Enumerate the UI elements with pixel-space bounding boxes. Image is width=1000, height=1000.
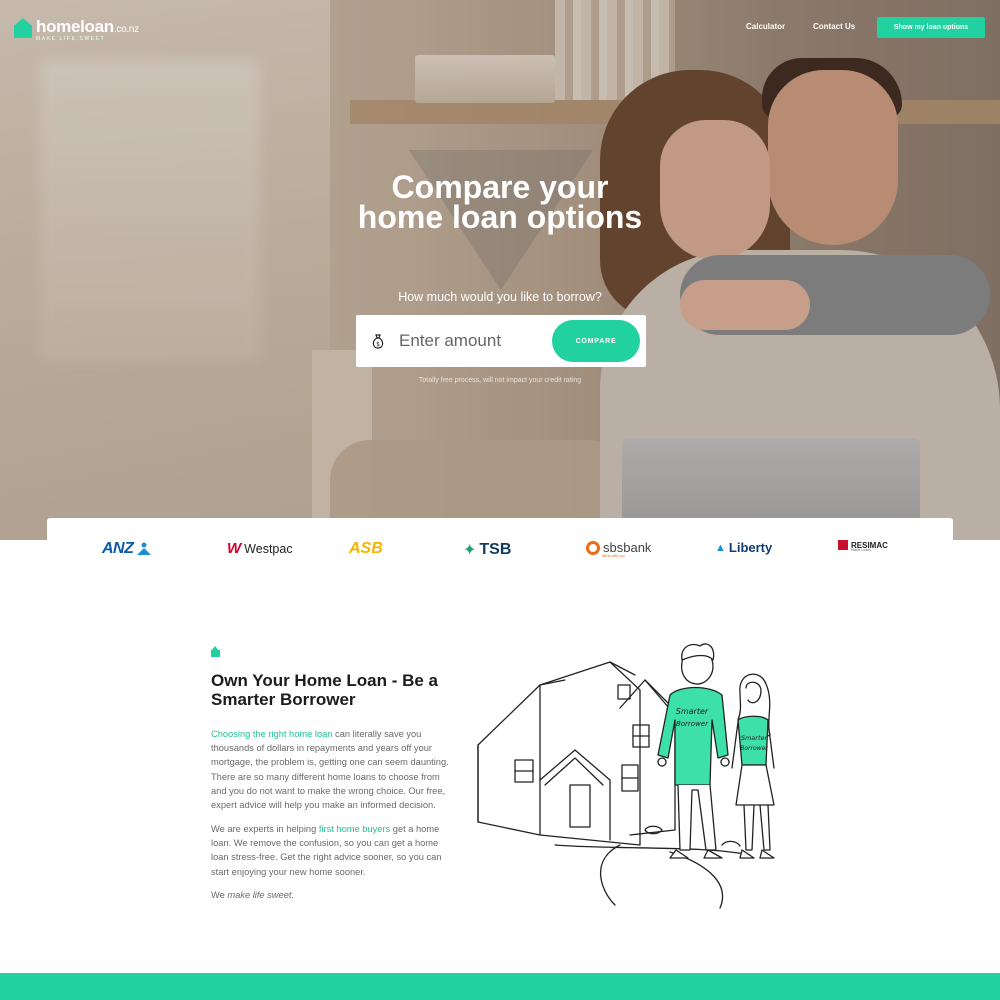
shirt-text-man-2: Borrower xyxy=(676,720,709,728)
lender-name: ASB xyxy=(349,540,383,557)
logo-name: homeloan xyxy=(36,17,114,36)
logo-domain: .co.nz xyxy=(113,24,139,35)
lender-logo-westpac[interactable]: W Westpac xyxy=(227,540,293,557)
amount-search-box: $ COMPARE xyxy=(356,315,646,367)
lender-name: TSB xyxy=(479,541,512,558)
svg-text:$: $ xyxy=(376,341,380,348)
lender-logo-asb[interactable]: ASB xyxy=(349,540,383,558)
footer-strip xyxy=(0,973,1000,1000)
logo-wordmark: homeloan.co.nz xyxy=(36,18,139,35)
hero-title: Compare your home loan options xyxy=(357,169,643,235)
westpac-w-mark: W xyxy=(227,540,242,557)
smarter-borrower-illustration: Smarter Borrower Smarter Borrower xyxy=(470,640,800,915)
logo-tagline: MAKE LIFE SWEET xyxy=(36,36,106,42)
compare-button[interactable]: COMPARE xyxy=(552,320,640,362)
shirt-text-woman-2: Borrower xyxy=(740,745,768,752)
lender-name: Westpac xyxy=(244,541,293,556)
liberty-bird-icon: ▲ xyxy=(715,541,726,554)
shirt-text-woman-1: Smarter xyxy=(741,734,769,742)
paragraph-text: We xyxy=(211,890,228,900)
lender-name: Liberty xyxy=(728,540,773,555)
lender-logo-sbsbank[interactable]: sbsbank We're with you xyxy=(586,540,652,558)
choosing-home-loan-link[interactable]: Choosing the right home loan xyxy=(211,729,332,739)
house-logo-icon xyxy=(14,18,32,38)
nav-contact-link[interactable]: Contact Us xyxy=(813,22,855,31)
logo[interactable]: homeloan.co.nz MAKE LIFE SWEET xyxy=(14,18,139,42)
anz-people-icon xyxy=(137,542,152,555)
nav-calculator-link[interactable]: Calculator xyxy=(746,22,785,31)
paragraph-tagline: We make life sweet. xyxy=(211,888,451,902)
lender-subtitle: We're with you xyxy=(602,554,625,558)
amount-input[interactable] xyxy=(399,331,539,351)
lender-logo-resimac[interactable]: RESIMAC Home Loans xyxy=(838,540,888,552)
lenders-bar: ANZ W Westpac ASB ✦ TSB sbsbank We're wit… xyxy=(47,518,953,578)
lender-logo-tsb[interactable]: ✦ TSB xyxy=(463,540,511,560)
sbs-ring-icon xyxy=(586,540,600,555)
tagline-emphasis: make life sweet. xyxy=(227,890,295,900)
hero-note: Totally free process, will not impact yo… xyxy=(418,377,582,384)
section-title: Own Your Home Loan - Be a Smarter Borrow… xyxy=(211,671,439,709)
hero-question: How much would you like to borrow? xyxy=(398,290,602,304)
lender-name: ANZ xyxy=(102,540,134,557)
lender-logo-liberty[interactable]: ▲ Liberty xyxy=(715,540,772,555)
lender-name: sbsbank xyxy=(603,540,652,555)
lender-logo-anz[interactable]: ANZ xyxy=(102,540,152,558)
paragraph-experts: We are experts in helping first home buy… xyxy=(211,822,451,879)
paragraph-intro: Choosing the right home loan can literal… xyxy=(211,727,451,812)
resimac-square-icon xyxy=(838,540,848,550)
paragraph-text: We are experts in helping xyxy=(211,824,319,834)
tsb-star-icon: ✦ xyxy=(463,542,477,559)
show-loan-options-button[interactable]: Show my loan options xyxy=(877,17,985,38)
shirt-text-man-1: Smarter xyxy=(676,707,709,716)
paragraph-text: can literally save you thousands of doll… xyxy=(211,729,449,811)
section-house-icon xyxy=(211,646,220,657)
money-bag-icon: $ xyxy=(371,333,385,349)
lender-subtitle: Home Loans xyxy=(851,548,871,552)
first-home-buyers-link[interactable]: first home buyers xyxy=(319,824,390,834)
